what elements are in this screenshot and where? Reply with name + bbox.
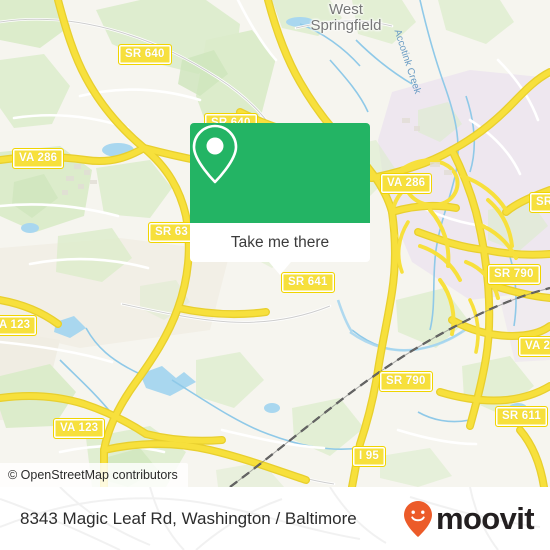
road-shield: SR 641: [281, 272, 335, 293]
footer-bar: 8343 Magic Leaf Rd, Washington / Baltimo…: [0, 487, 550, 550]
place-label-line-1: West: [329, 1, 363, 18]
popup-header: [190, 123, 370, 223]
map-pin-icon: [192, 124, 238, 184]
road-shield: A 123: [0, 315, 38, 336]
road-shield: VA 123: [53, 418, 106, 439]
moovit-pin-smiley-icon: [403, 500, 432, 537]
road-shield: VA 286: [12, 148, 65, 169]
road-shield: SR 640: [118, 44, 172, 65]
osm-attribution[interactable]: © OpenStreetMap contributors: [0, 463, 188, 487]
road-shield: VA 286: [380, 173, 433, 194]
road-shield: VA 2: [518, 336, 550, 357]
road-shield: SR 790: [487, 264, 541, 285]
road-shield: SR 63: [148, 222, 195, 243]
moovit-brand[interactable]: moovit: [403, 500, 535, 538]
map-canvas[interactable]: SR 640 SR 640 VA 286 VA 286 SR 63 SR SR …: [0, 0, 550, 487]
popup-body[interactable]: Take me there: [190, 223, 370, 262]
popup-tail: [269, 262, 291, 275]
take-me-there-label: Take me there: [230, 233, 330, 251]
road-shield: SR 611: [495, 406, 548, 427]
road-shield: SR: [529, 192, 550, 213]
osm-attribution-text: © OpenStreetMap contributors: [8, 468, 178, 482]
moovit-map-screenshot: SR 640 SR 640 VA 286 VA 286 SR 63 SR SR …: [0, 0, 550, 550]
place-label-line-2: Springfield: [310, 17, 382, 34]
road-shield: SR 790: [379, 371, 433, 392]
place-label-west-springfield: West Springfield: [286, 2, 406, 34]
address-label: 8343 Magic Leaf Rd, Washington / Baltimo…: [20, 508, 357, 528]
road-shield: I 95: [352, 446, 386, 467]
moovit-wordmark: moovit: [435, 501, 535, 536]
location-popup[interactable]: Take me there: [190, 123, 370, 275]
